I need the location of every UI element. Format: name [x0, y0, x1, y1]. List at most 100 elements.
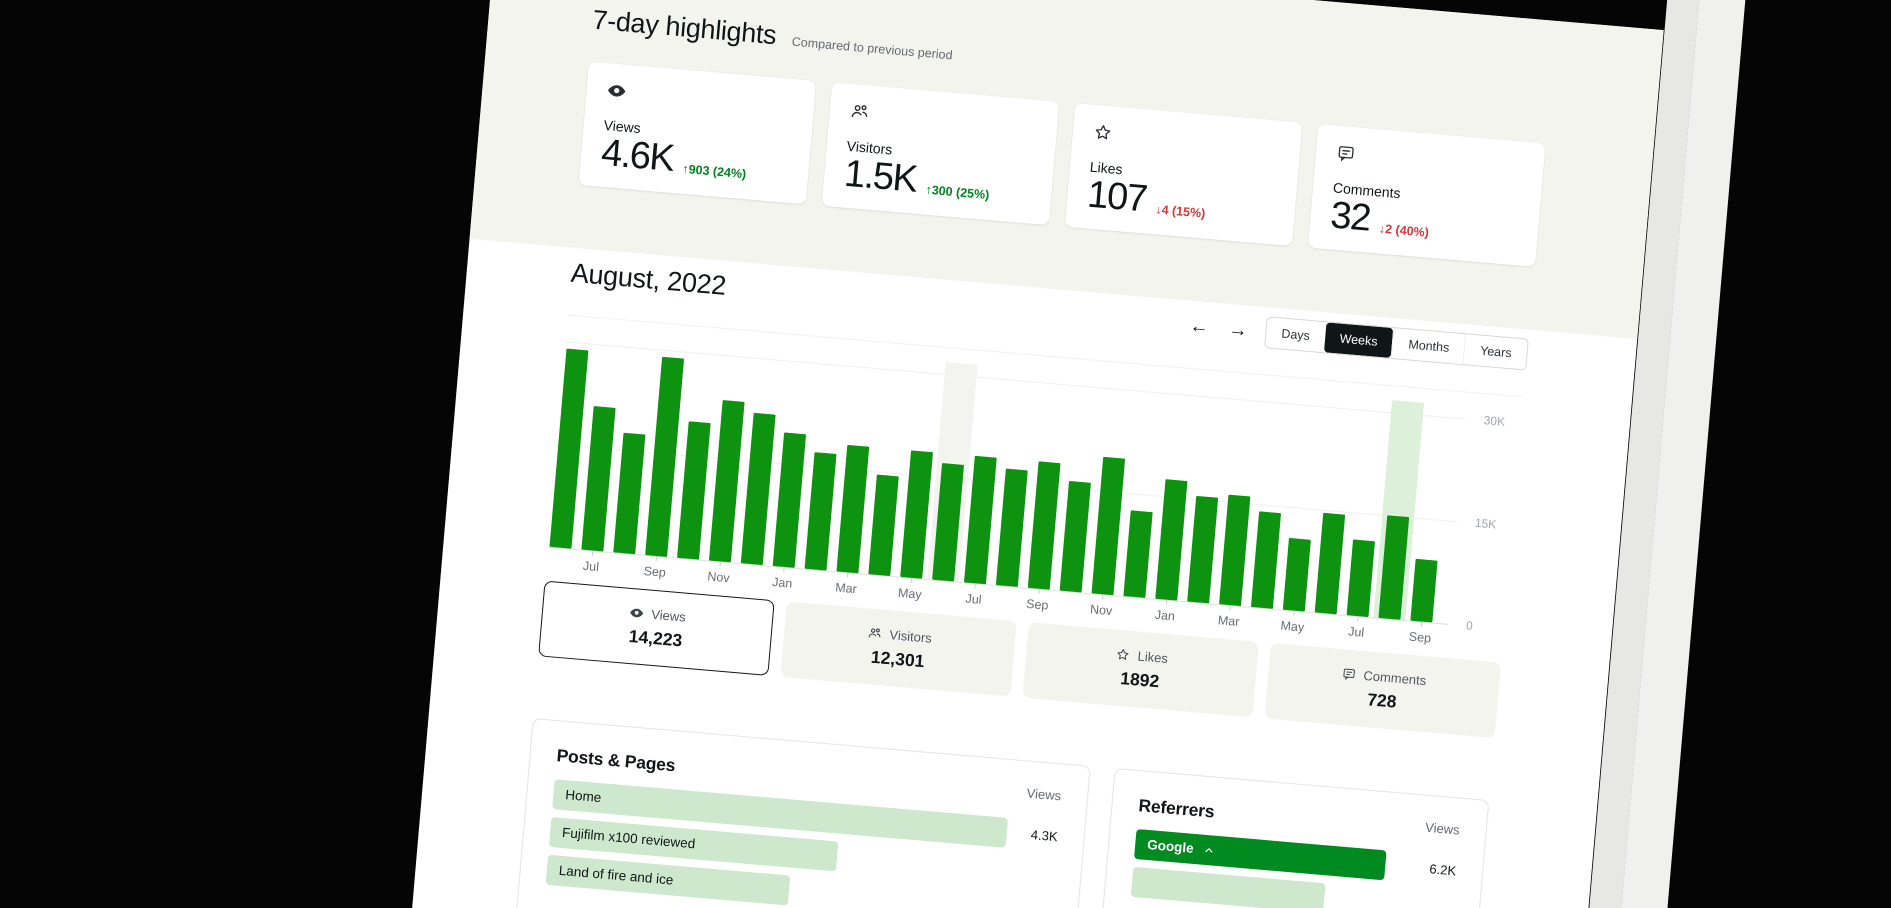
- chart-bar[interactable]: [1060, 481, 1091, 592]
- x-axis-label: Jul: [1348, 624, 1365, 639]
- chart-bar[interactable]: [1347, 539, 1375, 617]
- screenshot-scene: 7-day highlights Compared to previous pe…: [0, 0, 1891, 908]
- people-icon: [867, 625, 883, 641]
- x-axis-tick: [1421, 622, 1422, 627]
- y-axis-label: 15K: [1474, 516, 1496, 532]
- metric-tab-label: Comments: [1363, 668, 1427, 688]
- highlight-value: 1.5K: [843, 155, 918, 201]
- chart-bar[interactable]: [1410, 559, 1437, 623]
- chart-bar[interactable]: [1251, 511, 1281, 609]
- posts-pages-title: Posts & Pages: [556, 745, 676, 776]
- x-axis-label: Sep: [1408, 630, 1431, 646]
- highlight-delta: ↓2 (40%): [1378, 221, 1429, 239]
- chart-bar[interactable]: [677, 421, 711, 559]
- x-axis-tick: [1230, 605, 1231, 610]
- chart-bar[interactable]: [741, 413, 776, 565]
- chart-bar[interactable]: [709, 400, 745, 562]
- chart-bar[interactable]: [836, 445, 869, 573]
- posts-pages-panel: Posts & Pages Views Home4.3KFujifilm x10…: [507, 718, 1091, 908]
- highlight-value: 4.6K: [600, 134, 675, 180]
- metric-tab-value: 12,301: [870, 647, 925, 672]
- x-axis-label: Nov: [707, 569, 730, 585]
- chart-bar[interactable]: [1123, 510, 1152, 598]
- highlight-card-likes: Likes107↓4 (15%): [1065, 103, 1303, 246]
- chart-bar[interactable]: [996, 469, 1028, 587]
- chart-bar[interactable]: [613, 433, 645, 554]
- stats-page: 7-day highlights Compared to previous pe…: [388, 0, 1663, 908]
- next-period-button[interactable]: →: [1226, 317, 1251, 342]
- eye-icon: [629, 605, 645, 621]
- chart-bar[interactable]: [1378, 515, 1409, 620]
- chart-bar[interactable]: [964, 456, 997, 584]
- people-icon: [849, 101, 871, 123]
- highlights-title: 7-day highlights: [591, 5, 777, 52]
- granularity-tab-days[interactable]: Days: [1265, 317, 1326, 352]
- chevron-up-icon[interactable]: [1201, 843, 1216, 858]
- chart-bar[interactable]: [773, 432, 806, 567]
- x-axis-tick: [1038, 589, 1039, 594]
- chart-bar[interactable]: [805, 452, 837, 570]
- chart-bar[interactable]: [1155, 479, 1187, 600]
- chart-bar[interactable]: [1315, 513, 1345, 615]
- list-item-bar: [1131, 867, 1326, 908]
- previous-period-button[interactable]: ←: [1187, 314, 1212, 339]
- x-axis-tick: [1102, 594, 1103, 599]
- chart-bar[interactable]: [1092, 457, 1126, 595]
- metric-tab-likes[interactable]: Likes1892: [1022, 622, 1259, 717]
- referrers-panel: Referrers Views Google6.2K: [1089, 768, 1489, 908]
- metric-tab-value: 14,223: [628, 626, 683, 651]
- granularity-tabs: DaysWeeksMonthsYears: [1264, 316, 1529, 370]
- x-axis-tick: [1293, 611, 1294, 616]
- eye-icon: [606, 80, 628, 102]
- star-icon: [1115, 647, 1131, 663]
- granularity-tab-months[interactable]: Months: [1391, 328, 1465, 364]
- highlight-card-visitors: Visitors1.5K↑300 (25%): [822, 82, 1060, 225]
- x-axis-label: Jan: [1154, 608, 1175, 624]
- x-axis-label: Sep: [643, 564, 666, 580]
- highlight-card-comments: Comments32↓2 (40%): [1308, 124, 1546, 267]
- x-axis-label: Mar: [835, 580, 858, 596]
- highlight-delta: ↑300 (25%): [925, 183, 990, 202]
- metric-tab-views[interactable]: Views14,223: [538, 581, 775, 676]
- metric-tab-comments[interactable]: Comments728: [1264, 643, 1501, 738]
- referrers-title: Referrers: [1138, 795, 1216, 822]
- metric-tab-value: 1892: [1119, 668, 1160, 692]
- chart-bar[interactable]: [932, 463, 964, 581]
- chart-bar[interactable]: [581, 406, 615, 551]
- chart-bar[interactable]: [1028, 461, 1061, 589]
- y-axis-label: 0: [1466, 618, 1474, 633]
- x-axis-tick: [592, 550, 593, 555]
- y-axis-label: 30K: [1483, 413, 1505, 429]
- highlight-delta: ↓4 (15%): [1155, 202, 1206, 220]
- chart-bar[interactable]: [900, 450, 933, 578]
- metric-tab-visitors[interactable]: Visitors12,301: [780, 601, 1017, 696]
- x-axis-tick: [783, 567, 784, 572]
- chart-bar[interactable]: [645, 357, 684, 557]
- chart-bars: [550, 326, 1468, 624]
- chart-bar[interactable]: [550, 349, 589, 549]
- x-axis-label: May: [897, 586, 922, 602]
- x-axis-tick: [1357, 616, 1358, 621]
- x-axis-label: Sep: [1026, 597, 1049, 613]
- highlights-subtitle: Compared to previous period: [791, 35, 953, 63]
- metric-tab-label: Visitors: [889, 627, 933, 646]
- chart-bar[interactable]: [868, 475, 898, 577]
- detail-panels-row: Posts & Pages Views Home4.3KFujifilm x10…: [507, 718, 1489, 908]
- x-axis-label: May: [1280, 619, 1305, 635]
- x-axis-label: Jul: [582, 559, 599, 574]
- x-axis-label: Nov: [1089, 602, 1112, 618]
- chevron-up-icon: [1201, 843, 1216, 858]
- comment-icon: [1341, 666, 1357, 682]
- highlight-card-views: Views4.6K↑903 (24%): [579, 61, 817, 204]
- chart-bar[interactable]: [1219, 495, 1250, 606]
- x-axis-tick: [1166, 600, 1167, 605]
- period-title: August, 2022: [570, 257, 728, 301]
- chart-bar[interactable]: [1187, 496, 1218, 603]
- star-icon: [1092, 122, 1114, 144]
- chart-bar[interactable]: [1283, 538, 1311, 612]
- x-axis-tick: [975, 583, 976, 588]
- granularity-tab-years[interactable]: Years: [1463, 334, 1528, 369]
- metric-tab-label: Views: [651, 607, 687, 625]
- granularity-tab-weeks[interactable]: Weeks: [1323, 322, 1393, 358]
- comment-icon: [1335, 143, 1357, 165]
